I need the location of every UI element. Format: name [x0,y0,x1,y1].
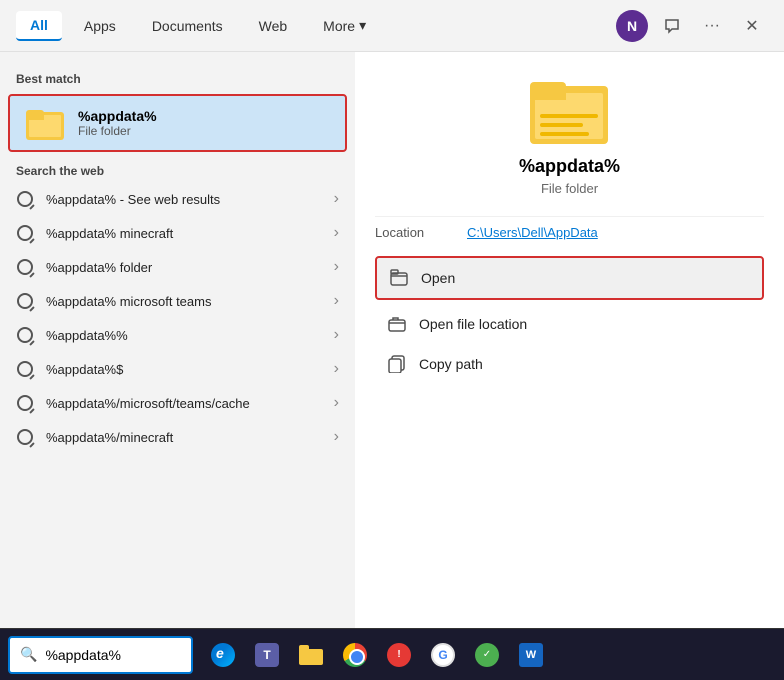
explorer-icon [299,645,323,665]
taskbar: 🔍 T ! G ✓ W [0,628,784,680]
arrow-icon-3 [334,292,339,310]
tab-all[interactable]: All [16,11,62,41]
action-copy-path[interactable]: Copy path [375,344,764,384]
search-icon-5 [16,360,34,378]
search-item-text-2: %appdata% folder [46,260,322,275]
arrow-icon-1 [334,224,339,242]
arrow-icon-6 [334,394,339,412]
edge-icon [211,643,235,667]
search-item-text-7: %appdata%/minecraft [46,430,322,445]
search-item-4[interactable]: %appdata%% [0,318,355,352]
taskbar-search-input[interactable] [45,647,181,663]
detail-subtitle: File folder [541,181,598,196]
search-icon-0 [16,190,34,208]
best-match-label: Best match [0,64,355,90]
copy-path-icon [387,354,407,374]
taskbar-app-edge[interactable] [203,635,243,675]
top-nav: All Apps Documents Web More ▾ N ··· ✕ [0,0,784,52]
chevron-down-icon: ▾ [359,17,366,34]
shield-icon: ✓ [475,643,499,667]
tab-apps[interactable]: Apps [70,12,130,40]
search-item-0[interactable]: %appdata% - See web results [0,182,355,216]
folder-icon-large [26,106,66,140]
taskbar-apps: T ! G ✓ W [195,635,559,675]
detail-title: %appdata% [519,156,620,177]
search-item-text-5: %appdata%$ [46,362,322,377]
search-item-text-1: %appdata% minecraft [46,226,322,241]
search-icon-4 [16,326,34,344]
tab-more[interactable]: More ▾ [309,11,380,40]
arrow-icon-4 [334,326,339,344]
chrome-icon [343,643,367,667]
feedback-icon [664,18,680,34]
action-open-label: Open [421,270,455,286]
search-item-5[interactable]: %appdata%$ [0,352,355,386]
search-item-text-0: %appdata% - See web results [46,192,322,207]
detail-folder-icon [530,76,610,144]
action-copy-path-label: Copy path [419,356,483,372]
detail-info: Location C:\Users\Dell\AppData [375,216,764,248]
search-item-7[interactable]: %appdata%/minecraft [0,420,355,454]
taskbar-app-teams[interactable]: T [247,635,287,675]
detail-actions: Open Open file location [375,256,764,384]
best-match-text: %appdata% File folder [78,108,157,138]
taskbar-search[interactable]: 🔍 [8,636,193,674]
open-icon [389,268,409,288]
taskbar-app-explorer[interactable] [291,635,331,675]
search-icon-3 [16,292,34,310]
info-label: Location [375,225,455,240]
search-icon-7 [16,428,34,446]
tab-web[interactable]: Web [245,12,302,40]
taskbar-app-chrome[interactable] [335,635,375,675]
best-match-subtitle: File folder [78,124,157,138]
left-panel: Best match %appdata% File folder Search … [0,52,355,628]
open-file-location-icon [387,314,407,334]
search-icon-2 [16,258,34,276]
action-open-file-location[interactable]: Open file location [375,304,764,344]
more-options-button[interactable]: ··· [696,10,728,42]
search-item-2[interactable]: %appdata% folder [0,250,355,284]
search-item-3[interactable]: %appdata% microsoft teams [0,284,355,318]
search-item-text-4: %appdata%% [46,328,322,343]
taskbar-search-icon: 🔍 [20,646,37,663]
word-icon: W [519,643,543,667]
taskbar-app-security[interactable]: ! [379,635,419,675]
search-item-6[interactable]: %appdata%/microsoft/teams/cache [0,386,355,420]
arrow-icon-5 [334,360,339,378]
arrow-icon-2 [334,258,339,276]
arrow-icon-0 [334,190,339,208]
main-area: Best match %appdata% File folder Search … [0,52,784,628]
taskbar-app-chrome2[interactable]: G [423,635,463,675]
taskbar-app-security2[interactable]: ✓ [467,635,507,675]
avatar[interactable]: N [616,10,648,42]
action-open[interactable]: Open [375,256,764,300]
action-open-file-location-label: Open file location [419,316,527,332]
google-icon: G [431,643,455,667]
search-item-1[interactable]: %appdata% minecraft [0,216,355,250]
search-icon-1 [16,224,34,242]
tab-documents[interactable]: Documents [138,12,237,40]
search-item-text-6: %appdata%/microsoft/teams/cache [46,396,322,411]
feedback-button[interactable] [656,10,688,42]
close-button[interactable]: ✕ [736,10,768,42]
best-match-item[interactable]: %appdata% File folder [8,94,347,152]
search-web-label: Search the web [0,156,355,182]
teams-icon: T [255,643,279,667]
taskbar-app-word[interactable]: W [511,635,551,675]
search-item-text-3: %appdata% microsoft teams [46,294,322,309]
security-icon: ! [387,643,411,667]
info-value[interactable]: C:\Users\Dell\AppData [467,225,598,240]
arrow-icon-7 [334,428,339,446]
search-icon-6 [16,394,34,412]
best-match-title: %appdata% [78,108,157,124]
right-panel: %appdata% File folder Location C:\Users\… [355,52,784,628]
